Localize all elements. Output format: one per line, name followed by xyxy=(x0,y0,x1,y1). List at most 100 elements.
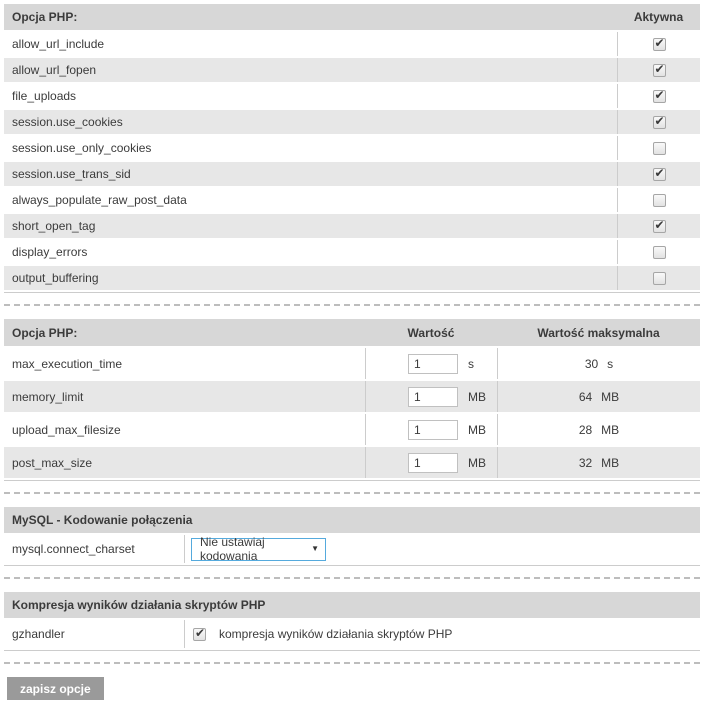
checkbox-cell xyxy=(617,240,700,264)
value-unit: MB xyxy=(468,455,486,470)
control-cell: Nie ustawiaj kodowania ▼ xyxy=(184,535,700,563)
compression-section-header: Kompresja wyników działania skryptów PHP xyxy=(4,592,700,618)
table-row: allow_url_fopen xyxy=(4,58,700,82)
checkbox-cell xyxy=(617,32,700,56)
option-name: memory_limit xyxy=(12,389,84,404)
table-row: mysql.connect_charset Nie ustawiaj kodow… xyxy=(4,535,700,563)
section-divider xyxy=(4,662,700,664)
option-name: max_execution_time xyxy=(12,356,123,371)
checkbox-gzhandler[interactable] xyxy=(193,626,206,641)
checkbox-cell xyxy=(617,110,700,134)
option-name: always_populate_raw_post_data xyxy=(12,193,187,207)
memory-limit-input[interactable] xyxy=(408,386,458,407)
upload-max-filesize-input[interactable] xyxy=(408,419,458,440)
max-execution-time-input[interactable] xyxy=(408,353,458,374)
option-name: session.use_only_cookies xyxy=(12,141,152,155)
option-name: session.use_cookies xyxy=(12,115,123,129)
php-options-page: Opcja PHP: Aktywna allow_url_include all… xyxy=(0,0,704,704)
table-row: session.use_cookies xyxy=(4,110,700,134)
option-name: short_open_tag xyxy=(12,219,96,233)
checkbox-cell xyxy=(617,266,700,290)
gzhandler-checkbox-label: kompresja wyników działania skryptów PHP xyxy=(219,627,453,641)
mysql-charset-section: MySQL - Kodowanie połączenia mysql.conne… xyxy=(4,507,700,566)
value-unit: MB xyxy=(468,389,486,404)
mysql-section-title: MySQL - Kodowanie połączenia xyxy=(12,513,193,527)
table-row: file_uploads xyxy=(4,84,700,108)
checkbox-display-errors[interactable] xyxy=(652,245,666,259)
post-max-size-input[interactable] xyxy=(408,452,458,473)
option-name: output_buffering xyxy=(12,271,99,285)
table-row: output_buffering xyxy=(4,266,700,290)
select-value: Nie ustawiaj kodowania xyxy=(200,535,265,563)
php-limits-table: Opcja PHP: Wartość Wartość maksymalna ma… xyxy=(4,319,700,481)
max-value-cell: 28 MB xyxy=(497,414,700,445)
value-cell: MB xyxy=(365,447,497,478)
flags-table-header: Opcja PHP: Aktywna xyxy=(4,4,700,30)
table-row: max_execution_time s 30 s xyxy=(4,348,700,379)
option-name: file_uploads xyxy=(12,89,77,103)
max-unit: s xyxy=(607,356,614,371)
option-name: mysql.connect_charset xyxy=(12,542,135,556)
control-cell: kompresja wyników działania skryptów PHP xyxy=(184,620,700,648)
max-value-cell: 30 s xyxy=(497,348,700,379)
flags-header-option-label: Opcja PHP: xyxy=(12,10,78,24)
table-row: always_populate_raw_post_data xyxy=(4,188,700,212)
checkbox-always-populate-raw-post-data[interactable] xyxy=(652,193,666,207)
section-divider xyxy=(4,304,700,306)
flags-header-active-label: Aktywna xyxy=(633,10,684,24)
value-unit: MB xyxy=(468,422,486,437)
table-row: allow_url_include xyxy=(4,32,700,56)
checkbox-session-use-only-cookies[interactable] xyxy=(652,141,666,155)
checkbox-session-use-trans-sid[interactable] xyxy=(652,166,666,181)
checkbox-cell xyxy=(617,162,700,186)
checkbox-cell xyxy=(617,214,700,238)
option-name: post_max_size xyxy=(12,455,93,470)
value-cell: MB xyxy=(365,381,497,412)
option-name: allow_url_fopen xyxy=(12,63,97,77)
table-row: gzhandler kompresja wyników działania sk… xyxy=(4,620,700,648)
checkbox-cell xyxy=(617,136,700,160)
table-row: short_open_tag xyxy=(4,214,700,238)
checkbox-cell xyxy=(617,58,700,82)
value-cell: MB xyxy=(365,414,497,445)
checkbox-short-open-tag[interactable] xyxy=(652,218,666,233)
limits-header-option-label: Opcja PHP: xyxy=(12,325,78,340)
table-row: session.use_only_cookies xyxy=(4,136,700,160)
max-value: 30 xyxy=(584,356,599,371)
max-unit: MB xyxy=(601,455,620,470)
checkbox-cell xyxy=(617,188,700,212)
value-unit: s xyxy=(468,356,474,371)
compression-section-title: Kompresja wyników działania skryptów PHP xyxy=(12,598,266,612)
option-name: display_errors xyxy=(12,245,88,259)
limits-header-max-label: Wartość maksymalna xyxy=(537,325,660,340)
table-row: display_errors xyxy=(4,240,700,264)
max-value-cell: 32 MB xyxy=(497,447,700,478)
limits-table-header: Opcja PHP: Wartość Wartość maksymalna xyxy=(4,319,700,346)
section-divider xyxy=(4,577,700,579)
value-cell: s xyxy=(365,348,497,379)
option-name: gzhandler xyxy=(12,627,65,641)
compression-section: Kompresja wyników działania skryptów PHP… xyxy=(4,592,700,651)
checkbox-allow-url-fopen[interactable] xyxy=(652,62,666,77)
max-unit: MB xyxy=(601,422,620,437)
checkbox-allow-url-include[interactable] xyxy=(652,36,666,51)
php-flags-table: Opcja PHP: Aktywna allow_url_include all… xyxy=(4,4,700,293)
option-name: upload_max_filesize xyxy=(12,422,121,437)
table-row: session.use_trans_sid xyxy=(4,162,700,186)
table-row: memory_limit MB 64 MB xyxy=(4,381,700,412)
max-value: 32 xyxy=(578,455,593,470)
table-row: post_max_size MB 32 MB xyxy=(4,447,700,478)
option-name: session.use_trans_sid xyxy=(12,167,131,181)
checkbox-output-buffering[interactable] xyxy=(652,271,666,285)
section-divider xyxy=(4,492,700,494)
table-row: upload_max_filesize MB 28 MB xyxy=(4,414,700,445)
limits-header-value-label: Wartość xyxy=(407,325,455,340)
checkbox-file-uploads[interactable] xyxy=(652,88,666,103)
option-name: allow_url_include xyxy=(12,37,105,51)
checkbox-session-use-cookies[interactable] xyxy=(652,114,666,129)
max-value-cell: 64 MB xyxy=(497,381,700,412)
max-value: 64 xyxy=(578,389,593,404)
mysql-section-header: MySQL - Kodowanie połączenia xyxy=(4,507,700,533)
save-options-button[interactable]: zapisz opcje xyxy=(7,677,104,700)
mysql-connect-charset-select[interactable]: Nie ustawiaj kodowania ▼ xyxy=(191,535,326,563)
